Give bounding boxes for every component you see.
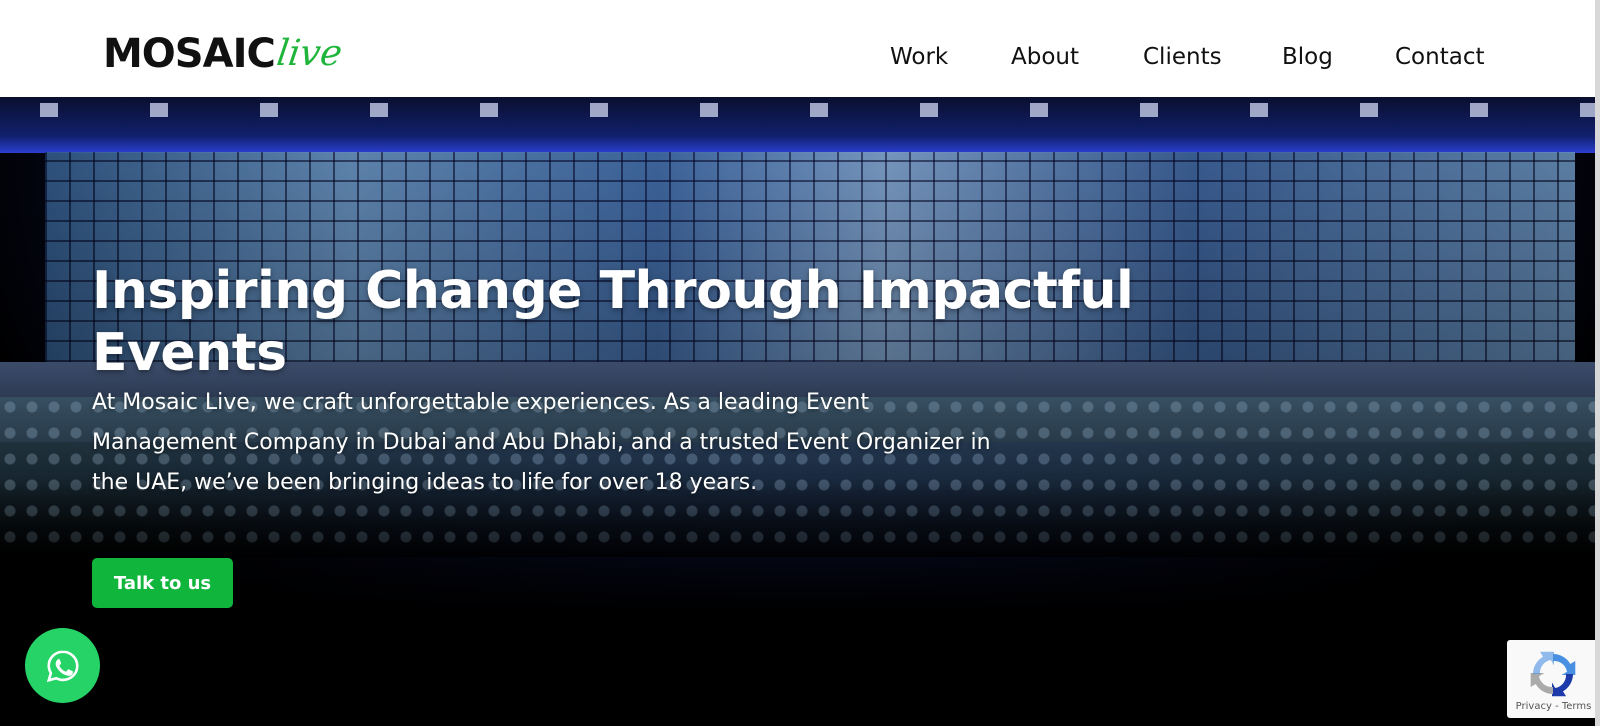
nav-item-work[interactable]: Work [890,44,948,70]
nav-item-contact[interactable]: Contact [1395,44,1484,70]
site-header: MOSAIC live Work About Clients Blog Cont… [0,0,1600,97]
logo-script: live [274,33,345,74]
nav-item-about[interactable]: About [1011,44,1079,70]
recaptcha-links: Privacy - Terms [1507,701,1600,712]
nav-item-blog[interactable]: Blog [1282,44,1333,70]
page-scrollbar[interactable] [1595,0,1600,726]
recaptcha-separator: - [1551,701,1562,712]
whatsapp-icon [46,649,79,682]
recaptcha-terms-link[interactable]: Terms [1562,701,1591,712]
recaptcha-icon [1530,651,1576,697]
recaptcha-privacy-link[interactable]: Privacy [1516,701,1552,712]
hero-title: Inspiring Change Through Impactful Event… [92,261,1134,383]
talk-to-us-button[interactable]: Talk to us [92,558,233,608]
logo-wordmark: MOSAIC [103,31,276,77]
recaptcha-badge[interactable]: Privacy - Terms [1507,640,1600,718]
nav-item-clients[interactable]: Clients [1143,44,1222,70]
site-logo[interactable]: MOSAIC live [103,18,345,78]
hero-description: At Mosaic Live, we craft unforgettable e… [92,390,991,495]
hero-background-lighting-rig [0,97,1600,153]
whatsapp-button[interactable] [25,628,100,703]
